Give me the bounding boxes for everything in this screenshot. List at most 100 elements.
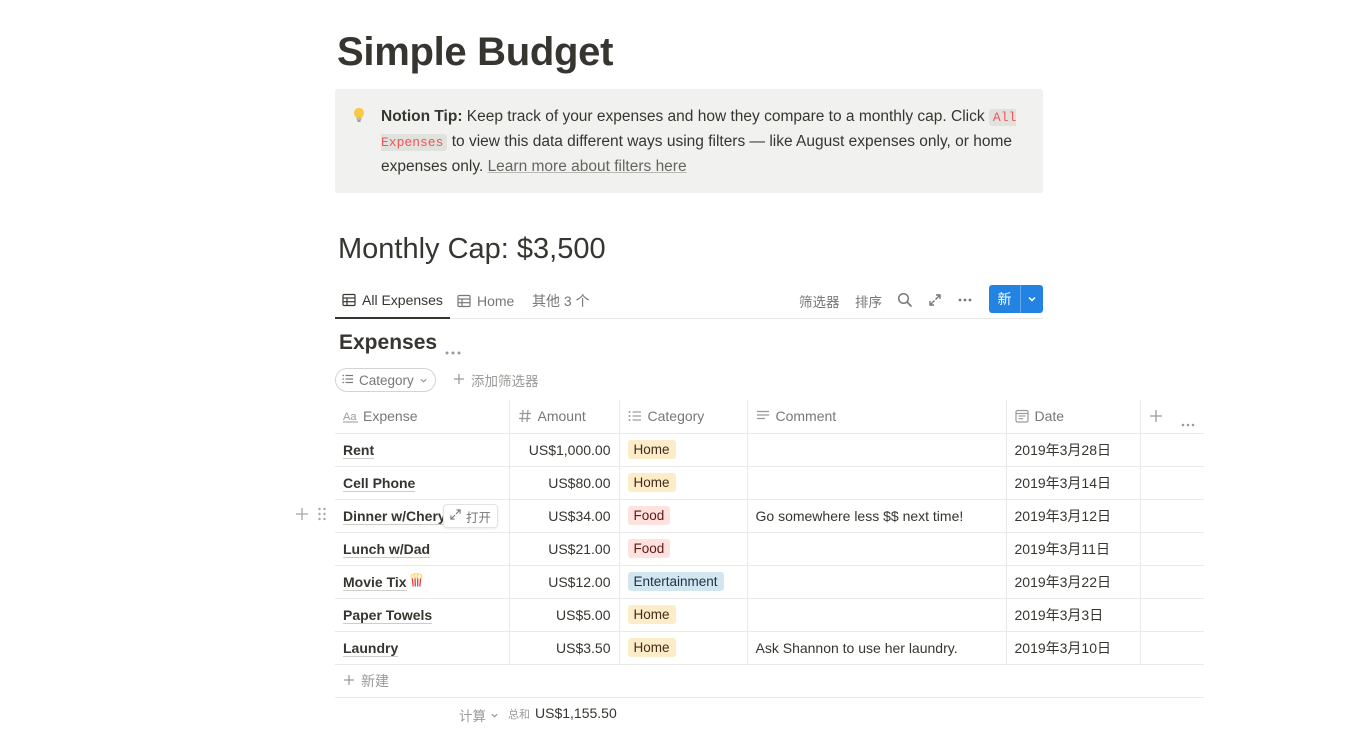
callout-text: Notion Tip: Keep track of your expenses … bbox=[381, 105, 1031, 179]
number-property-icon bbox=[518, 409, 532, 423]
text-property-icon: Aa bbox=[343, 409, 358, 423]
column-label: Expense bbox=[363, 408, 418, 425]
comment-cell[interactable] bbox=[746, 532, 1006, 566]
table-row[interactable]: Lunch w/Dad US$21.00 Food 2019年3月11日 bbox=[335, 532, 1204, 566]
sum-label: 总和 bbox=[508, 709, 530, 721]
date-cell[interactable]: 2019年3月12日 bbox=[1005, 499, 1140, 533]
comment-cell[interactable] bbox=[746, 565, 1006, 599]
category-cell[interactable]: Food bbox=[618, 532, 747, 566]
monthly-cap-heading: Monthly Cap: $3,500 bbox=[338, 233, 606, 265]
calculate-dropdown[interactable]: 计算 bbox=[459, 705, 499, 725]
amount-cell[interactable]: US$3.50 bbox=[508, 631, 619, 665]
amount-cell[interactable]: US$12.00 bbox=[508, 565, 619, 599]
date-cell[interactable]: 2019年3月28日 bbox=[1005, 433, 1140, 467]
expense-cell[interactable]: Cell Phone bbox=[335, 466, 509, 500]
expand-icon[interactable] bbox=[927, 292, 943, 308]
sum-value: US$1,155.50 bbox=[535, 705, 617, 721]
amount-cell[interactable]: US$80.00 bbox=[508, 466, 619, 500]
expense-name[interactable]: Paper Towels bbox=[343, 606, 433, 624]
column-header-amount[interactable]: Amount bbox=[508, 400, 619, 434]
expense-cell[interactable]: Laundry bbox=[335, 631, 509, 665]
expense-name[interactable]: Cell Phone bbox=[343, 474, 416, 492]
table-row[interactable]: Movie Tix US$12.00 Entertainment 2019年3月… bbox=[335, 565, 1204, 599]
column-header-category[interactable]: Category bbox=[618, 400, 747, 434]
category-tag: Home bbox=[627, 638, 676, 657]
add-new-row-button[interactable]: 新建 bbox=[335, 665, 1204, 698]
open-page-button[interactable]: 打开 bbox=[443, 504, 499, 528]
amount-cell[interactable]: US$1,000.00 bbox=[508, 433, 619, 467]
plus-icon bbox=[343, 673, 355, 689]
category-tag: Entertainment bbox=[627, 572, 724, 591]
comment-cell[interactable] bbox=[746, 466, 1006, 500]
table-row[interactable]: Laundry US$3.50 Home Ask Shannon to use … bbox=[335, 631, 1204, 665]
filter-button[interactable]: 筛选器 bbox=[799, 291, 840, 311]
amount-cell[interactable]: US$21.00 bbox=[508, 532, 619, 566]
category-cell[interactable]: Entertainment bbox=[618, 565, 747, 599]
page-title[interactable]: Simple Budget bbox=[337, 30, 613, 75]
amount-cell[interactable]: US$5.00 bbox=[508, 598, 619, 632]
chevron-down-icon[interactable] bbox=[1020, 285, 1043, 313]
add-filter-button[interactable]: 添加筛选器 bbox=[453, 370, 539, 390]
column-header-expense[interactable]: Aa Expense bbox=[335, 400, 509, 434]
expense-name[interactable]: Lunch w/Dad bbox=[343, 540, 431, 558]
new-button[interactable]: 新 bbox=[989, 285, 1020, 313]
date-cell[interactable]: 2019年3月10日 bbox=[1005, 631, 1140, 665]
date-cell[interactable]: 2019年3月11日 bbox=[1005, 532, 1140, 566]
category-cell[interactable]: Home bbox=[618, 598, 747, 632]
expense-name[interactable]: Movie Tix bbox=[343, 574, 407, 591]
table-row[interactable]: Rent US$1,000.00 Home 2019年3月28日 bbox=[335, 433, 1204, 467]
database-title[interactable]: Expenses bbox=[339, 331, 437, 355]
add-row-plus-icon[interactable] bbox=[295, 507, 309, 526]
empty-cell bbox=[1139, 598, 1204, 632]
callout-bold: Notion Tip: bbox=[381, 108, 463, 125]
filters-help-link[interactable]: Learn more about filters here bbox=[488, 158, 687, 175]
expense-name[interactable]: Laundry bbox=[343, 639, 399, 657]
expense-cell[interactable]: Rent bbox=[335, 433, 509, 467]
popcorn-icon bbox=[410, 572, 423, 590]
filter-pill-label: Category bbox=[359, 372, 414, 388]
select-property-icon bbox=[628, 409, 642, 423]
table-more-icon[interactable] bbox=[1181, 414, 1195, 427]
comment-cell[interactable]: Ask Shannon to use her laundry. bbox=[746, 631, 1006, 665]
amount-sum[interactable]: 总和 US$1,155.50 bbox=[508, 705, 617, 722]
table-row[interactable]: Paper Towels US$5.00 Home 2019年3月3日 bbox=[335, 598, 1204, 632]
comment-cell[interactable] bbox=[746, 598, 1006, 632]
expense-cell[interactable]: Lunch w/Dad bbox=[335, 532, 509, 566]
expense-name[interactable]: Rent bbox=[343, 441, 375, 459]
tab-more-views[interactable]: 其他 3 个 bbox=[525, 283, 597, 319]
category-filter-pill[interactable]: Category bbox=[335, 368, 436, 392]
more-options-icon[interactable] bbox=[957, 292, 973, 308]
expense-cell[interactable]: Paper Towels bbox=[335, 598, 509, 632]
expense-name[interactable]: Dinner w/Chery bbox=[343, 507, 446, 525]
amount-cell[interactable]: US$34.00 bbox=[508, 499, 619, 533]
date-cell[interactable]: 2019年3月14日 bbox=[1005, 466, 1140, 500]
column-header-comment[interactable]: Comment bbox=[746, 400, 1006, 434]
empty-cell bbox=[1139, 499, 1204, 533]
category-tag: Home bbox=[627, 473, 676, 492]
empty-cell bbox=[1139, 565, 1204, 599]
date-cell[interactable]: 2019年3月22日 bbox=[1005, 565, 1140, 599]
drag-handle-icon[interactable] bbox=[317, 507, 327, 526]
lightbulb-icon[interactable] bbox=[353, 107, 365, 123]
table-icon bbox=[342, 293, 356, 307]
open-label: 打开 bbox=[466, 510, 492, 525]
category-cell[interactable]: Food bbox=[618, 499, 747, 533]
tab-all-expenses[interactable]: All Expenses bbox=[335, 283, 450, 319]
list-icon bbox=[342, 373, 354, 388]
expense-cell[interactable]: Movie Tix bbox=[335, 565, 509, 599]
column-header-date[interactable]: Date bbox=[1005, 400, 1140, 434]
category-cell[interactable]: Home bbox=[618, 433, 747, 467]
category-cell[interactable]: Home bbox=[618, 466, 747, 500]
date-cell[interactable]: 2019年3月3日 bbox=[1005, 598, 1140, 632]
category-cell[interactable]: Home bbox=[618, 631, 747, 665]
search-icon[interactable] bbox=[897, 292, 913, 308]
table-header-row: Aa Expense Amount Category Comment Date bbox=[335, 400, 1204, 434]
sort-button[interactable]: 排序 bbox=[855, 291, 882, 311]
add-property-icon[interactable] bbox=[1149, 409, 1163, 423]
callout-text-2: to view this data different ways using f… bbox=[381, 133, 1013, 175]
tab-home[interactable]: Home bbox=[450, 283, 521, 319]
comment-cell[interactable] bbox=[746, 433, 1006, 467]
comment-cell[interactable]: Go somewhere less $$ next time! bbox=[746, 499, 1006, 533]
table-row[interactable]: Cell Phone US$80.00 Home 2019年3月14日 bbox=[335, 466, 1204, 500]
database-more-icon[interactable] bbox=[445, 342, 461, 355]
